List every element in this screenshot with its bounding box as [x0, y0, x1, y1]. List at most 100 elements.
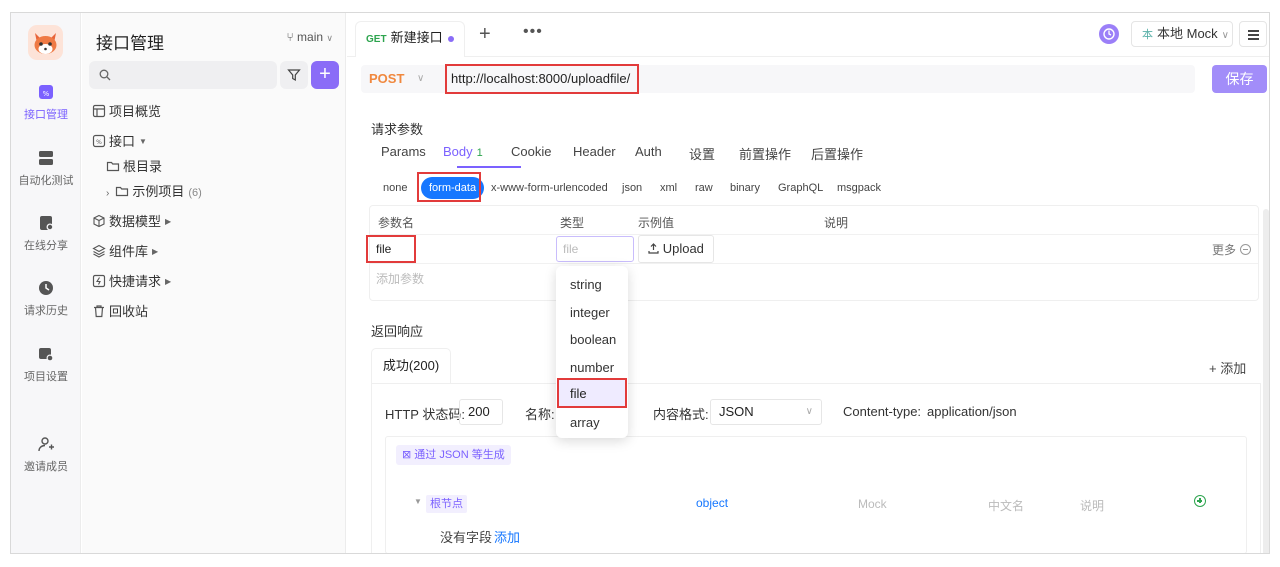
tab-settings[interactable]: 设置 [689, 144, 715, 163]
schema-editor: ⊠ 通过 JSON 等生成 ▼ 根节点 object Mock 中文名 说明 没… [385, 436, 1247, 553]
tab-cookie[interactable]: Cookie [511, 144, 551, 159]
type-option-array[interactable]: array [570, 415, 600, 430]
tree-item-data-model[interactable]: 数据模型 ▶ [92, 211, 171, 233]
scrollbar[interactable] [1263, 209, 1269, 553]
rail-item-api[interactable]: % 接口管理 [11, 83, 81, 122]
name-label: 名称: [525, 407, 555, 422]
collapse-icon[interactable]: ▼ [414, 497, 422, 506]
body-type-urlencoded[interactable]: x-www-form-urlencoded [491, 177, 608, 199]
body-type-graphql[interactable]: GraphQL [778, 177, 823, 199]
mock-placeholder[interactable]: Mock [858, 497, 887, 511]
rail-item-invite[interactable]: 邀请成员 [11, 435, 81, 474]
format-select[interactable]: JSON ∨ [710, 399, 822, 425]
layers-icon [92, 244, 106, 258]
add-response-button[interactable]: + 添加 [1209, 358, 1246, 377]
rail-item-settings[interactable]: 项目设置 [11, 345, 81, 384]
tree-item-label: 数据模型 [109, 214, 162, 229]
rail-item-history[interactable]: 请求历史 [11, 279, 81, 318]
root-type[interactable]: object [696, 496, 728, 510]
param-type-select[interactable]: file [556, 236, 634, 262]
tab-body[interactable]: Body 1 [443, 144, 483, 159]
tab-pre-operation[interactable]: 前置操作 [739, 144, 791, 163]
sidebar-title: 接口管理 [96, 34, 164, 53]
body-type-binary[interactable]: binary [730, 177, 760, 199]
tree-item-label: 快捷请求 [109, 274, 162, 289]
tree-item-label: 根目录 [123, 159, 163, 174]
branch-selector[interactable]: ⑂ main ∨ [287, 30, 334, 44]
cube-icon [93, 214, 105, 228]
save-button[interactable]: 保存 [1212, 65, 1267, 93]
tab-bar: GET 新建接口 + ••• 本本地 Mock ∨ [347, 13, 1269, 57]
tab-new-api[interactable]: GET 新建接口 [355, 21, 465, 57]
format-value: JSON [719, 404, 754, 419]
add-param-input[interactable]: 添加参数 [376, 270, 424, 287]
request-bar: POST ∨ http://localhost:8000/uploadfile/ [361, 64, 1195, 94]
filter-icon [287, 69, 301, 82]
tab-auth[interactable]: Auth [635, 144, 662, 159]
tree-item-count: (6) [188, 187, 202, 199]
plus-icon: + [319, 63, 331, 85]
body-type-none[interactable]: none [383, 177, 407, 199]
rail-item-automation[interactable]: 自动化测试 [11, 149, 81, 188]
more-tabs-button[interactable]: ••• [523, 23, 543, 41]
tree-item-components[interactable]: 组件库 ▶ [92, 241, 158, 263]
tree-item-api[interactable]: % 接口 ▼ [92, 131, 147, 153]
tree-item-sample-project[interactable]: › 示例项目 (6) [106, 181, 202, 203]
schema-root-row: ▼ 根节点 object Mock 中文名 说明 [386, 495, 1246, 519]
body-type-xml[interactable]: xml [660, 177, 677, 199]
sync-icon[interactable] [1099, 24, 1119, 44]
type-option-file[interactable]: file [557, 378, 627, 408]
filter-button[interactable] [280, 61, 308, 89]
app-window: % 接口管理 自动化测试 在线分享 请求历史 项目设置 邀请成员 接口管理 ⑂ … [10, 12, 1270, 554]
upload-button[interactable]: Upload [638, 235, 714, 263]
active-tab-indicator [457, 166, 521, 168]
tree-item-label: 回收站 [109, 304, 149, 319]
tree-item-overview[interactable]: 项目概览 [92, 101, 161, 123]
empty-fields-message: 没有字段 添加 [440, 527, 520, 546]
body-type-raw[interactable]: raw [695, 177, 713, 199]
tree-item-label: 示例项目 [132, 184, 185, 199]
add-field-link[interactable]: 添加 [494, 530, 520, 545]
method-select[interactable]: POST [369, 65, 404, 93]
tab-header[interactable]: Header [573, 144, 616, 159]
quick-request-icon [92, 274, 106, 288]
environment-selector[interactable]: 本本地 Mock ∨ [1131, 21, 1233, 47]
type-option-integer[interactable]: integer [570, 305, 610, 320]
new-tab-button[interactable]: + [479, 23, 491, 46]
rail-item-share[interactable]: 在线分享 [11, 214, 81, 253]
chevron-down-icon: ∨ [805, 406, 813, 417]
tree-item-quick-request[interactable]: 快捷请求 ▶ [92, 271, 171, 293]
response-title: 返回响应 [371, 324, 424, 339]
menu-button[interactable] [1239, 21, 1267, 47]
body-type-json[interactable]: json [622, 177, 642, 199]
description-placeholder[interactable]: 说明 [1080, 497, 1104, 514]
trash-icon [94, 305, 104, 318]
more-button[interactable]: 更多 [1212, 241, 1252, 258]
chinese-name-placeholder[interactable]: 中文名 [988, 497, 1024, 514]
add-button[interactable]: + [311, 61, 339, 89]
content-type-label: Content-type: [843, 404, 922, 419]
status-code-input[interactable]: 200 [459, 399, 503, 425]
col-header-example: 示例值 [638, 216, 675, 230]
tab-post-operation[interactable]: 后置操作 [811, 144, 863, 163]
branch-icon: ⑂ [286, 30, 294, 44]
search-input[interactable] [89, 61, 277, 89]
tree-item-trash[interactable]: 回收站 [92, 301, 148, 323]
api-small-icon: % [92, 134, 106, 148]
tab-success-200[interactable]: 成功(200) [371, 348, 451, 384]
nav-rail: % 接口管理 自动化测试 在线分享 请求历史 项目设置 邀请成员 [11, 13, 81, 553]
tab-body-label: Body [443, 144, 473, 159]
type-option-string[interactable]: string [570, 277, 602, 292]
tree-item-root[interactable]: 根目录 [106, 156, 162, 178]
body-type-msgpack[interactable]: msgpack [837, 177, 881, 199]
tab-params[interactable]: Params [381, 144, 426, 159]
param-name-input[interactable]: file [366, 235, 416, 263]
chevron-down-icon: ∨ [1221, 30, 1229, 41]
remove-icon[interactable] [1240, 244, 1252, 255]
add-child-icon[interactable] [1194, 495, 1206, 507]
type-option-number[interactable]: number [570, 360, 614, 375]
type-option-boolean[interactable]: boolean [570, 332, 616, 347]
history-icon [39, 281, 53, 295]
generate-from-json-button[interactable]: ⊠ 通过 JSON 等生成 [396, 445, 511, 465]
url-input[interactable]: http://localhost:8000/uploadfile/ [445, 64, 639, 94]
